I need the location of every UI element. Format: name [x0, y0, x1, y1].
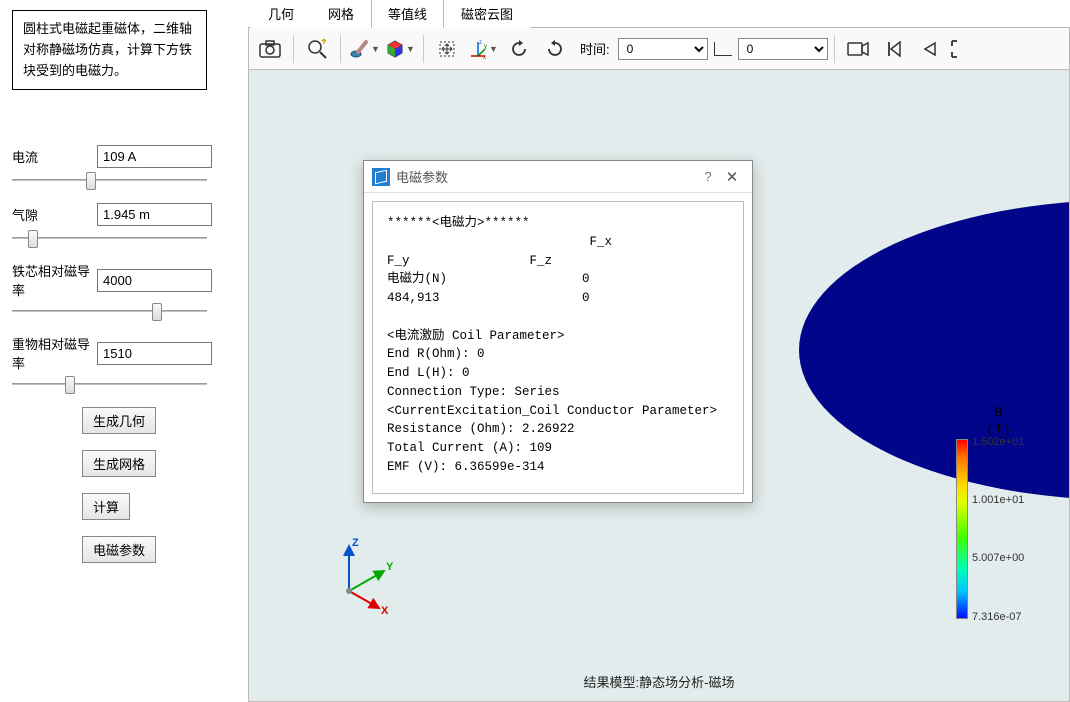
- coordinate-axes: Z Y X: [329, 536, 409, 616]
- input-current[interactable]: [97, 145, 212, 168]
- label-gap: 气隙: [12, 205, 97, 224]
- input-core[interactable]: [97, 269, 212, 292]
- description-box: 圆柱式电磁起重磁体，二维轴对称静磁场仿真，计算下方铁块受到的电磁力。: [12, 10, 207, 90]
- time-label: 时间:: [580, 39, 610, 58]
- svg-text:x: x: [483, 55, 486, 59]
- fullscreen-icon[interactable]: [949, 32, 967, 66]
- move-icon[interactable]: [430, 32, 464, 66]
- play-back-icon[interactable]: [913, 32, 947, 66]
- compute-button[interactable]: 计算: [82, 493, 130, 520]
- slider-core[interactable]: [12, 303, 207, 306]
- tab-mesh[interactable]: 网格: [311, 0, 371, 28]
- legend-tick: 1.001e+01: [972, 494, 1024, 506]
- skip-back-icon[interactable]: [877, 32, 911, 66]
- zoom-icon[interactable]: [300, 32, 334, 66]
- dialog-close-button[interactable]: ✕: [720, 168, 744, 186]
- label-current: 电流: [12, 147, 97, 166]
- slider-current[interactable]: [12, 172, 207, 175]
- svg-text:Y: Y: [386, 561, 394, 573]
- gen-geom-button[interactable]: 生成几何: [82, 407, 156, 434]
- dialog-body: ******<电磁力>****** F_x F_y F_z 电磁力(N) 0 4…: [372, 201, 744, 494]
- dialog-titlebar[interactable]: 电磁参数 ? ✕: [364, 161, 752, 193]
- label-core: 铁芯相对磁导率: [12, 261, 97, 299]
- dialog-cube-icon: [372, 168, 390, 186]
- right-panel: 几何 网格 等值线 磁密云图 ▼ ▼ zyx ▼: [248, 0, 1070, 702]
- legend-tick: 7.316e-07: [972, 611, 1022, 623]
- angle-icon: [714, 42, 732, 56]
- legend-tick: 5.007e+00: [972, 552, 1024, 564]
- em-params-dialog: 电磁参数 ? ✕ ******<电磁力>****** F_x F_y F_z 电…: [363, 160, 753, 503]
- tab-geom[interactable]: 几何: [251, 0, 311, 28]
- gen-mesh-button[interactable]: 生成网格: [82, 450, 156, 477]
- toolbar: ▼ ▼ zyx ▼ 时间: 0 0: [248, 28, 1070, 70]
- tab-contour[interactable]: 等值线: [371, 0, 444, 28]
- left-panel: 圆柱式电磁起重磁体，二维轴对称静磁场仿真，计算下方铁块受到的电磁力。 电流 气隙…: [0, 0, 248, 702]
- slider-weight[interactable]: [12, 376, 207, 379]
- camera-icon[interactable]: [253, 32, 287, 66]
- tab-bar: 几何 网格 等值线 磁密云图: [248, 0, 1070, 28]
- dialog-title: 电磁参数: [396, 167, 696, 186]
- legend-bar: [956, 439, 968, 619]
- viewport[interactable]: Z Y X B ( T ) 1.502e+01 1.001e+01 5.007e…: [248, 70, 1070, 702]
- label-weight: 重物相对磁导率: [12, 334, 97, 372]
- video-icon[interactable]: [841, 32, 875, 66]
- svg-text:X: X: [381, 605, 389, 616]
- legend-tick: 1.502e+01: [972, 436, 1024, 448]
- cube-icon[interactable]: ▼: [383, 32, 417, 66]
- slider-gap[interactable]: [12, 230, 207, 233]
- legend-title1: B: [956, 405, 1041, 419]
- svg-text:z: z: [479, 40, 482, 46]
- input-gap[interactable]: [97, 203, 212, 226]
- input-weight[interactable]: [97, 342, 212, 365]
- rotate-ccw-icon[interactable]: [502, 32, 536, 66]
- svg-text:y: y: [484, 44, 487, 50]
- tab-density[interactable]: 磁密云图: [444, 0, 530, 28]
- legend-title2: ( T ): [956, 422, 1041, 436]
- rotate-cw-icon[interactable]: [538, 32, 572, 66]
- axis-icon[interactable]: zyx ▼: [466, 32, 500, 66]
- dialog-help-button[interactable]: ?: [696, 169, 720, 184]
- time-combo[interactable]: 0: [618, 38, 708, 60]
- color-legend: B ( T ) 1.502e+01 1.001e+01 5.007e+00 7.…: [956, 405, 1041, 619]
- em-params-button[interactable]: 电磁参数: [82, 536, 156, 563]
- footer-text: 结果模型:静态场分析-磁场: [249, 672, 1069, 691]
- step-combo[interactable]: 0: [738, 38, 828, 60]
- svg-text:Z: Z: [352, 537, 359, 549]
- brush-icon[interactable]: ▼: [347, 32, 381, 66]
